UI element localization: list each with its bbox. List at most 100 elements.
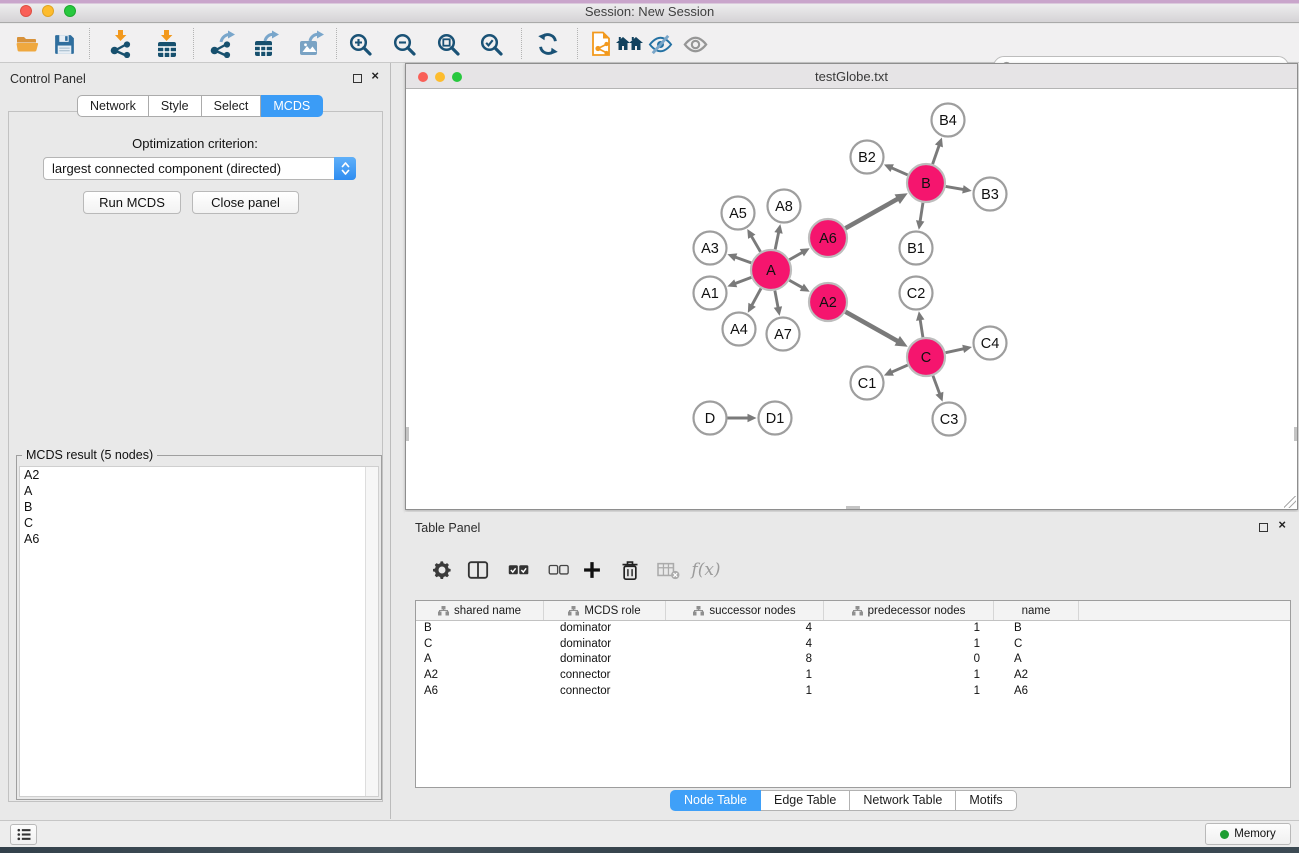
hierarchy-icon — [852, 606, 863, 616]
table-settings-icon[interactable] — [426, 554, 458, 586]
table-cell: A2 — [416, 668, 544, 684]
mcds-result-item[interactable]: A6 — [20, 531, 378, 547]
edge-A2-C[interactable] — [845, 312, 898, 342]
export-image-icon[interactable] — [294, 27, 328, 61]
zoom-fit-icon[interactable] — [431, 27, 465, 61]
column-header-MCDS-role[interactable]: MCDS role — [544, 601, 666, 620]
edge-A-A6[interactable] — [789, 252, 802, 260]
add-column-icon[interactable] — [576, 554, 608, 586]
optimization-criterion-label: Optimization criterion: — [0, 136, 390, 151]
memory-button[interactable]: Memory — [1205, 823, 1291, 845]
edge-arrowhead — [774, 224, 782, 234]
table-row[interactable]: Adominator80A — [416, 652, 1290, 668]
table-row[interactable]: A2connector11A2 — [416, 668, 1290, 684]
mcds-result-item[interactable]: C — [20, 515, 378, 531]
export-network-icon[interactable] — [204, 27, 238, 61]
edge-C-C3[interactable] — [933, 376, 940, 394]
table-cell: 1 — [824, 637, 994, 653]
select-all-icon[interactable] — [502, 554, 534, 586]
tab-node-table[interactable]: Node Table — [670, 790, 761, 811]
edge-C-C1[interactable] — [891, 365, 907, 372]
close-panel-icon[interactable]: × — [371, 69, 379, 82]
tab-edge-table[interactable]: Edge Table — [761, 790, 850, 811]
toolbar-separator — [521, 28, 522, 59]
mcds-result-item[interactable]: A — [20, 483, 378, 499]
hierarchy-icon — [438, 606, 449, 616]
mcds-result-list[interactable]: A2ABCA6 — [19, 466, 379, 797]
tab-network-table[interactable]: Network Table — [850, 790, 956, 811]
edge-C-C2[interactable] — [920, 319, 923, 337]
run-mcds-button[interactable]: Run MCDS — [83, 191, 181, 214]
import-network-icon[interactable] — [104, 27, 138, 61]
criterion-dropdown[interactable]: largest connected component (directed) — [43, 157, 356, 180]
column-layout-icon[interactable] — [462, 554, 494, 586]
column-header-name[interactable]: name — [994, 601, 1079, 620]
column-header-successor-nodes[interactable]: successor nodes — [666, 601, 824, 620]
edge-B-B2[interactable] — [891, 168, 907, 175]
table-cell: 1 — [666, 684, 824, 700]
close-panel-button[interactable]: Close panel — [192, 191, 299, 214]
table-cell: 1 — [666, 668, 824, 684]
table-row[interactable]: Cdominator41C — [416, 637, 1290, 653]
column-header-shared-name[interactable]: shared name — [416, 601, 544, 620]
open-file-icon[interactable] — [11, 27, 45, 61]
zoom-in-icon[interactable] — [343, 27, 377, 61]
tab-style[interactable]: Style — [149, 95, 202, 117]
import-table-icon[interactable] — [150, 27, 184, 61]
export-table-icon[interactable] — [249, 27, 283, 61]
network-canvas[interactable]: AA1A2A3A4A5A6A7A8BB1B2B3B4CC1C2C3C4DD1 — [406, 89, 1297, 509]
tab-motifs[interactable]: Motifs — [956, 790, 1016, 811]
float-panel-icon[interactable] — [353, 74, 362, 83]
desktop-wallpaper-strip — [0, 847, 1299, 853]
edge-A-A3[interactable] — [735, 257, 751, 263]
show-all-icon[interactable] — [613, 27, 647, 61]
edge-arrowhead — [962, 345, 972, 353]
edge-B-B4[interactable] — [933, 145, 940, 164]
apply-layout-icon[interactable] — [531, 27, 565, 61]
table-row[interactable]: Bdominator41B — [416, 621, 1290, 637]
edge-A-A4[interactable] — [752, 288, 761, 305]
resize-grip[interactable] — [1284, 496, 1296, 508]
float-panel-icon[interactable] — [1259, 523, 1268, 532]
tab-mcds[interactable]: MCDS — [261, 95, 323, 117]
hierarchy-icon — [568, 606, 579, 616]
toolbar-separator — [336, 28, 337, 59]
table-row[interactable]: A6connector11A6 — [416, 684, 1290, 700]
edge-C-C4[interactable] — [946, 349, 965, 353]
graph-node-label: A — [766, 263, 776, 279]
task-history-button[interactable] — [10, 824, 37, 845]
table-cell: B — [994, 621, 1079, 637]
edge-A6-B[interactable] — [845, 199, 898, 229]
show-graphics-details-icon[interactable] — [678, 27, 712, 61]
graph-node-label: C1 — [858, 376, 877, 392]
zoom-out-icon[interactable] — [387, 27, 421, 61]
edge-arrowhead — [727, 253, 737, 261]
save-session-icon[interactable] — [47, 27, 81, 61]
scrollbar-track[interactable] — [365, 467, 378, 796]
edge-A-A1[interactable] — [735, 277, 752, 283]
network-graph[interactable]: AA1A2A3A4A5A6A7A8BB1B2B3B4CC1C2C3C4DD1 — [406, 89, 1297, 509]
graph-node-label: C2 — [907, 286, 926, 302]
graph-node-label: D — [705, 411, 715, 427]
edge-A-A5[interactable] — [751, 236, 760, 252]
unselect-all-icon[interactable] — [542, 554, 574, 586]
tab-select[interactable]: Select — [202, 95, 262, 117]
table-cell: dominator — [544, 621, 666, 637]
column-header-predecessor-nodes[interactable]: predecessor nodes — [824, 601, 994, 620]
column-header-label: shared name — [454, 605, 521, 617]
column-header-label: predecessor nodes — [868, 605, 966, 617]
network-window-titlebar: testGlobe.txt — [406, 64, 1297, 89]
graph-node-label: C4 — [981, 336, 1000, 352]
hide-graphics-details-icon[interactable] — [643, 27, 677, 61]
delete-column-icon[interactable] — [614, 554, 646, 586]
edge-A-A8[interactable] — [775, 232, 779, 249]
edge-B-B3[interactable] — [946, 186, 964, 189]
mcds-result-item[interactable]: A2 — [20, 467, 378, 483]
close-panel-icon[interactable]: × — [1278, 518, 1286, 531]
zoom-selected-icon[interactable] — [474, 27, 508, 61]
mcds-result-item[interactable]: B — [20, 499, 378, 515]
edge-B-B1[interactable] — [920, 203, 923, 222]
edge-A-A7[interactable] — [775, 291, 778, 308]
tab-network[interactable]: Network — [77, 95, 149, 117]
edge-A-A2[interactable] — [789, 280, 802, 288]
